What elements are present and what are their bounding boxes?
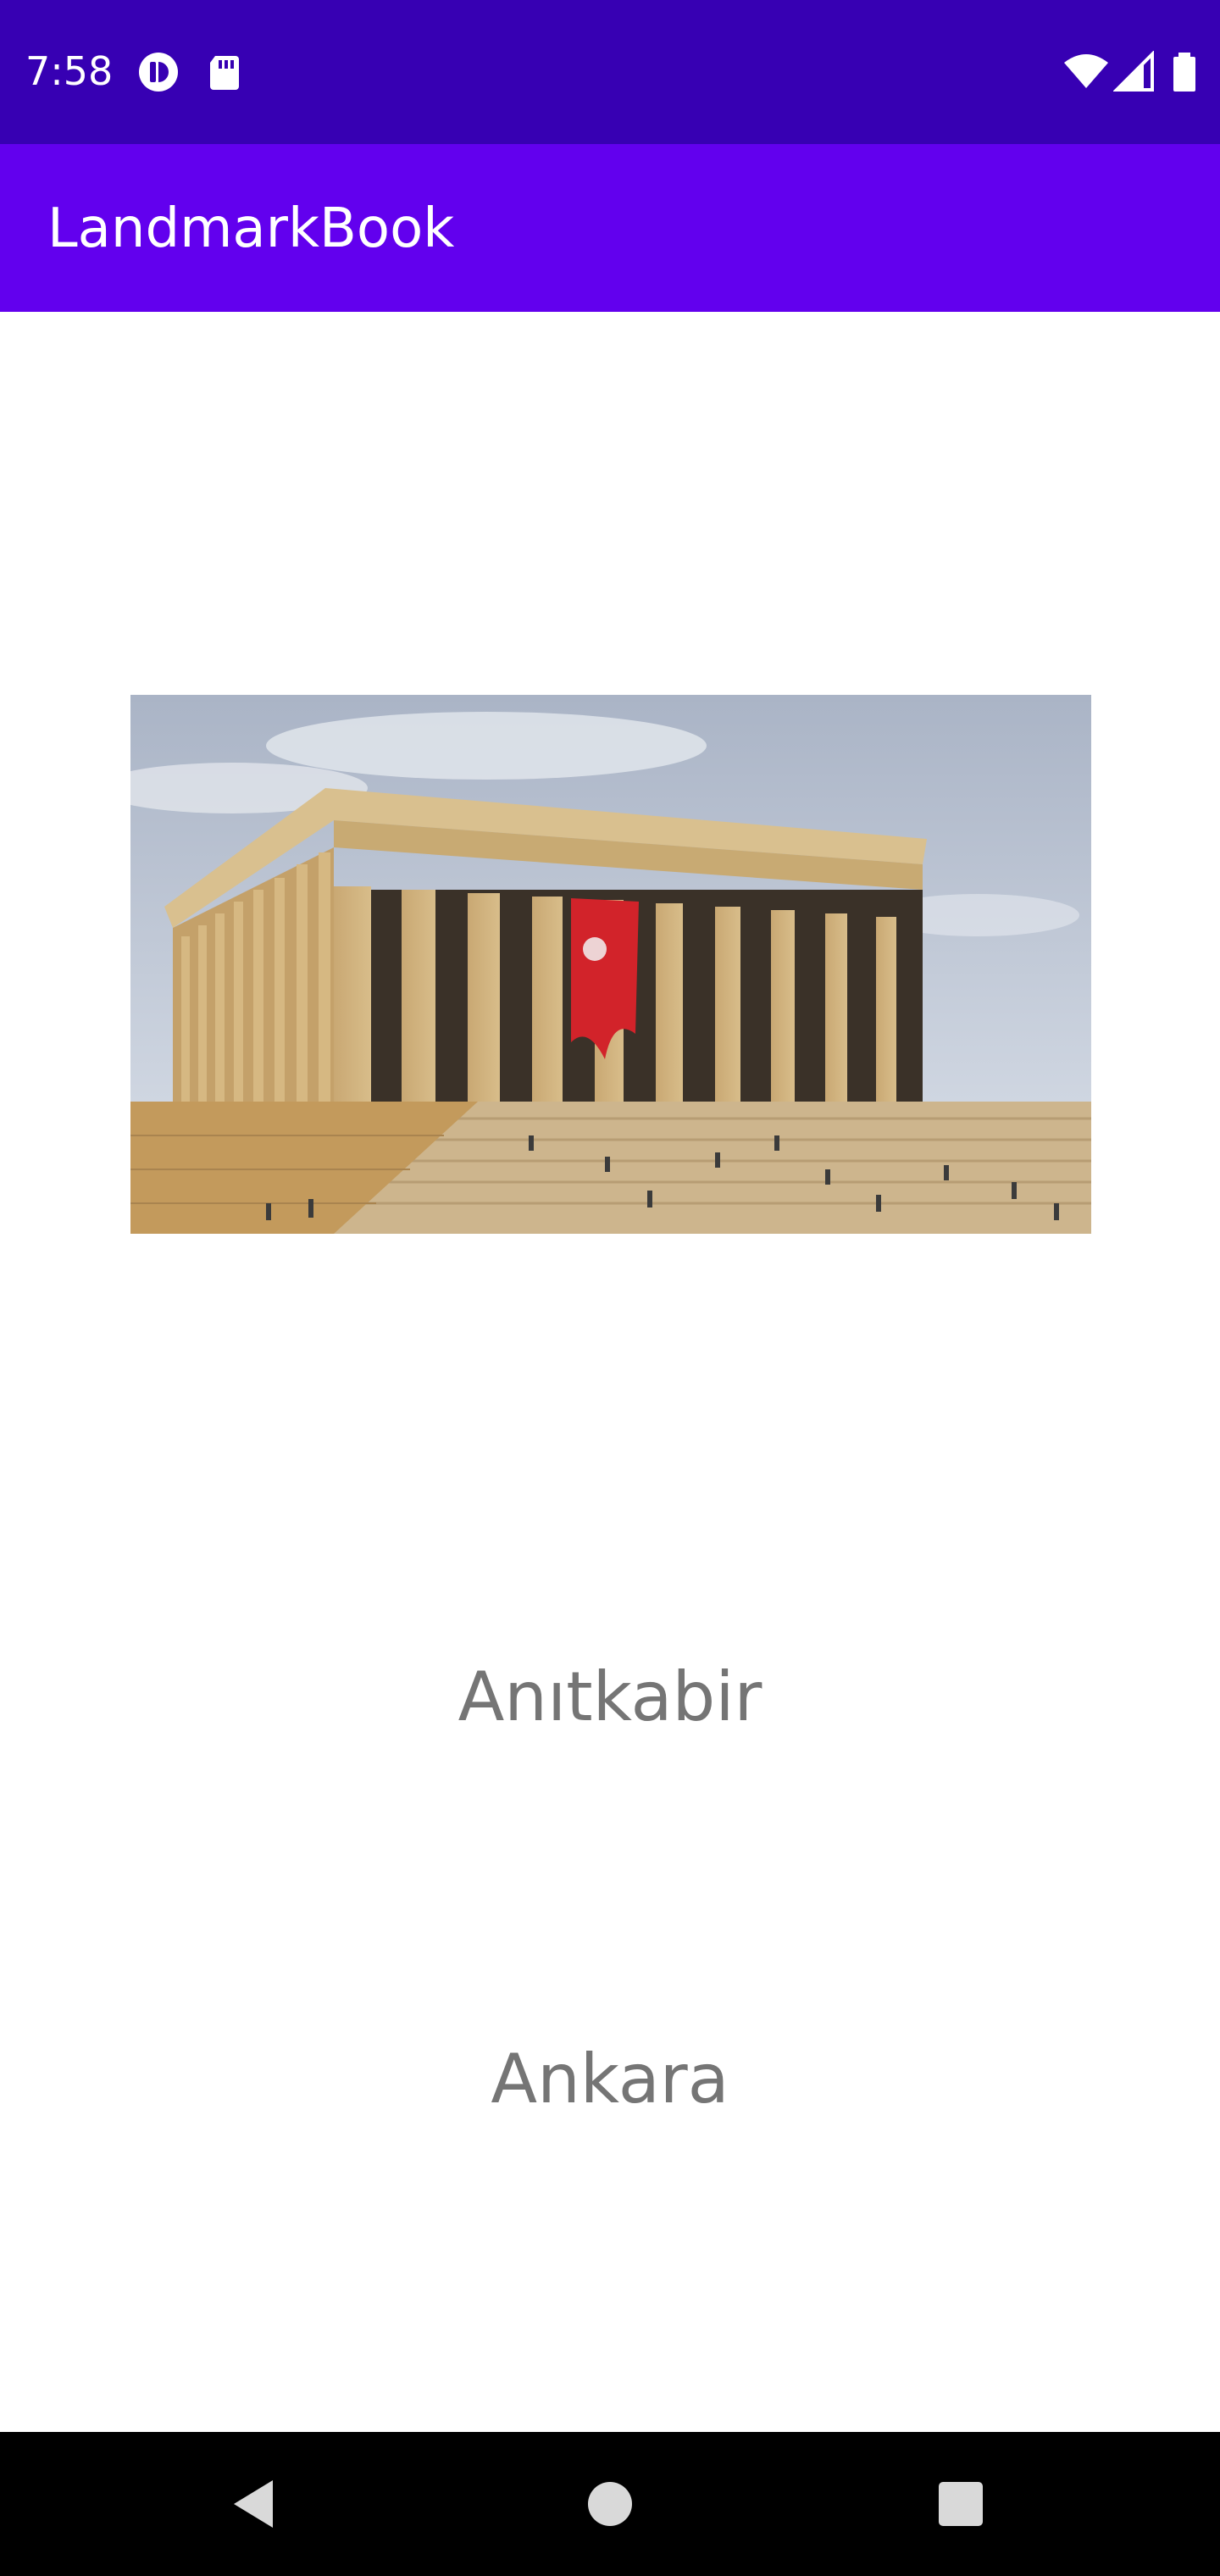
status-time: 7:58 — [25, 48, 114, 94]
landmark-city-text: Ankara — [491, 2040, 729, 2118]
home-circle-icon[interactable] — [576, 2470, 644, 2538]
battery-icon — [1169, 51, 1200, 93]
back-triangle-icon[interactable] — [220, 2470, 288, 2538]
app-title: LandmarkBook — [47, 197, 455, 260]
landmark-image — [130, 695, 1091, 1234]
navigation-bar — [0, 2432, 1220, 2576]
app-bar: LandmarkBook — [0, 144, 1220, 312]
landmark-name-text: Anıtkabir — [458, 1657, 762, 1736]
wifi-icon — [1062, 51, 1110, 93]
cell-signal-icon — [1113, 51, 1156, 93]
sd-card-icon — [203, 51, 246, 93]
recents-square-icon[interactable] — [927, 2470, 995, 2538]
vpn-key-icon — [137, 51, 180, 93]
status-bar: 7:58 — [0, 0, 1220, 144]
screen: 7:58 LandmarkBook Anıtkabir Ankara — [0, 0, 1220, 2576]
